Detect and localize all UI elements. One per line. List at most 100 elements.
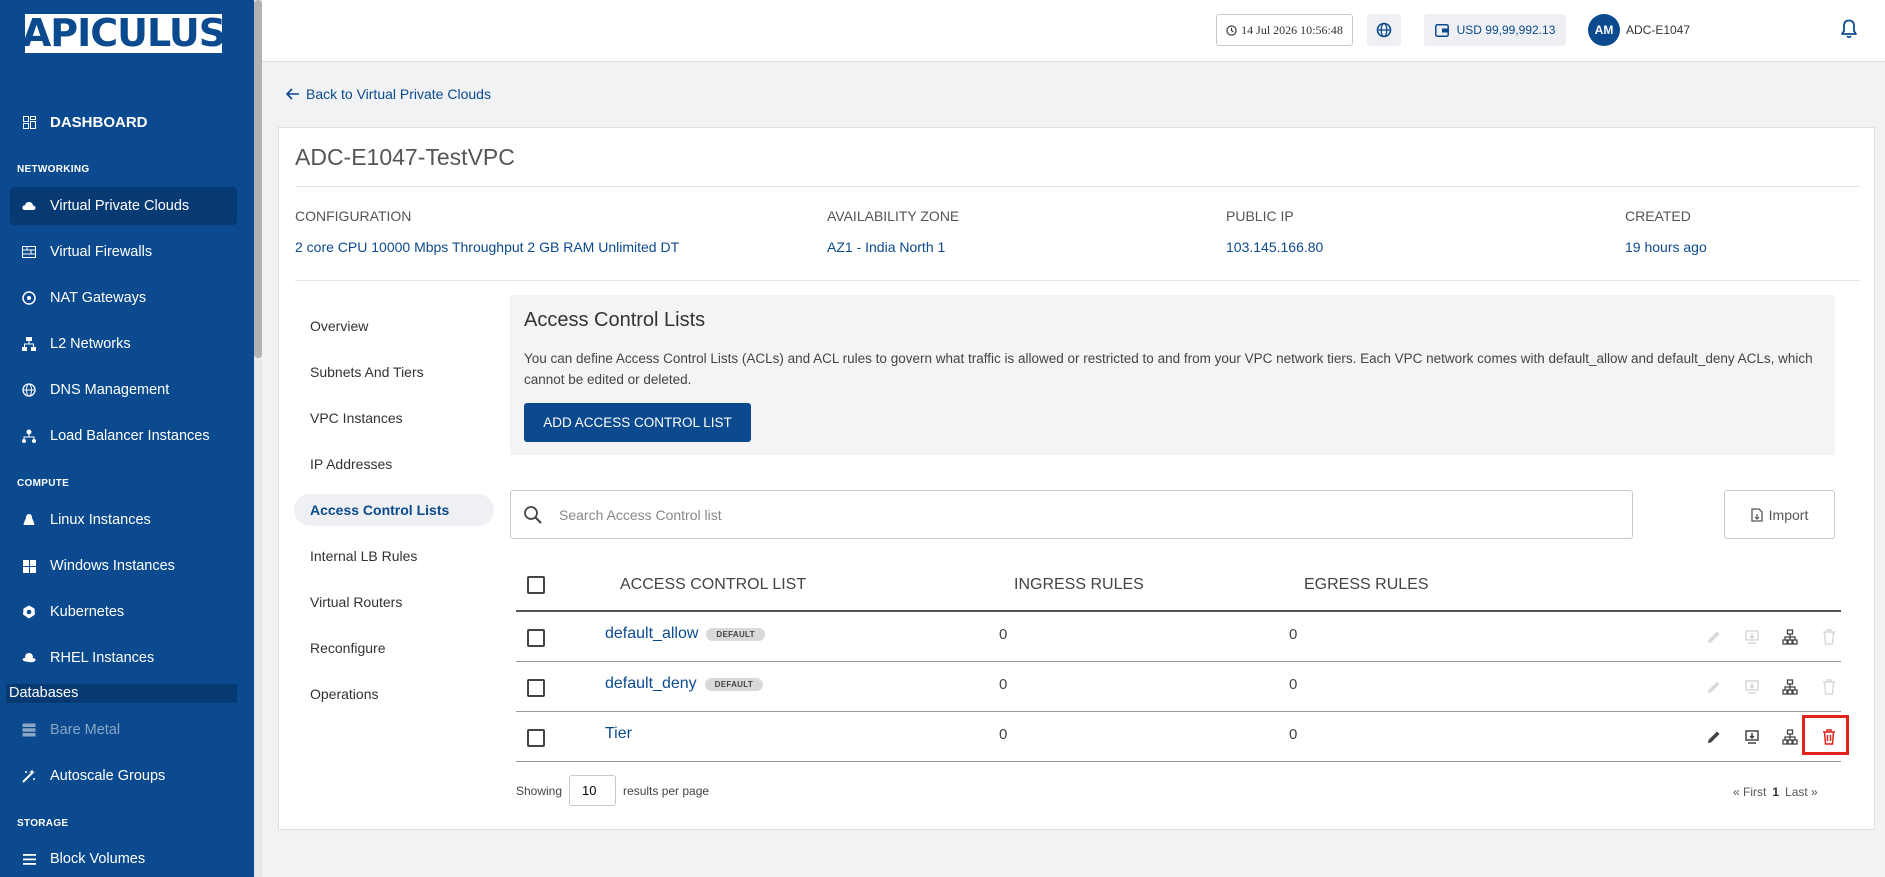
edit-icon [1703,626,1725,648]
row-checkbox[interactable] [527,629,545,647]
acl-name-link[interactable]: default_deny [605,675,697,693]
add-access-control-list-button[interactable]: ADD ACCESS CONTROL LIST [524,403,751,442]
sidebar-item-label: Autoscale Groups [50,768,166,784]
tab-virtual-routers[interactable]: Virtual Routers [294,586,494,618]
acl-name-link[interactable]: Tier [605,725,632,743]
sidebar-item-load-balancer-instances[interactable]: Load Balancer Instances [10,417,237,455]
sidebar-item-rhel-instances[interactable]: RHEL Instances [10,639,237,677]
sidebar-item-label: Virtual Private Clouds [50,198,190,214]
sidebar-item-bare-metal[interactable]: Bare Metal [10,711,237,749]
sidebar-item-dns-management[interactable]: DNS Management [10,371,237,409]
datetime-text: 14 Jul 2026 10:56:48 [1241,22,1343,37]
info-label-public-ip: PUBLIC IP [1226,208,1294,224]
balance-text: USD 99,99,992.13 [1456,23,1556,37]
autoscale-icon [22,769,36,783]
sidebar-item-label: RHEL Instances [50,650,155,666]
globe-icon [22,383,36,397]
last-page-link[interactable]: Last » [1785,785,1818,799]
sidebar-item-label: Windows Instances [50,558,175,574]
info-label-availability-zone: AVAILABILITY ZONE [827,208,960,224]
balance-display[interactable]: USD 99,99,992.13 [1424,14,1566,46]
select-all-checkbox[interactable] [527,576,545,594]
first-page-link[interactable]: « First [1733,785,1766,799]
sidebar-item-virtual-private-clouds[interactable]: Virtual Private Clouds [10,187,237,225]
ingress-rules-count: 0 [999,676,1008,693]
tab-subnets-and-tiers[interactable]: Subnets And Tiers [294,356,494,388]
tab-reconfigure[interactable]: Reconfigure [294,632,494,664]
section-compute: COMPUTE [17,478,70,489]
back-link-text: Back to Virtual Private Clouds [306,86,491,102]
sidebar-item-label: NAT Gateways [50,290,147,306]
acl-name-link[interactable]: default_allow [605,625,698,643]
tab-ip-addresses[interactable]: IP Addresses [294,448,494,480]
sidebar-item-autoscale-groups[interactable]: Autoscale Groups [10,757,237,795]
notifications-button[interactable] [1838,18,1862,42]
sidebar-item-dashboard[interactable]: DASHBOARD [10,103,237,141]
acl-info-panel: Access Control Lists You can define Acce… [510,295,1835,455]
tab-internal-lb-rules[interactable]: Internal LB Rules [294,540,494,572]
table-row: default_deny DEFAULT [605,675,764,693]
search-icon [524,505,542,524]
acl-section-title: Access Control Lists [524,309,706,331]
sitemap-icon[interactable] [1779,676,1801,698]
sidebar: APICULUS DASHBOARD NETWORKING Virtual Pr… [0,0,254,877]
sidebar-item-block-volumes[interactable]: Block Volumes [10,840,237,877]
sidebar-item-label: DNS Management [50,382,170,398]
brand-text: APICULUS [21,11,226,55]
per-page-input[interactable] [569,775,617,806]
volume-icon [22,852,36,866]
egress-rules-count: 0 [1289,676,1298,693]
user-menu[interactable]: AM ADC-E1047 [1588,14,1728,46]
tab-overview[interactable]: Overview [294,310,494,342]
apiculus-logo[interactable]: APICULUS [21,11,226,55]
sidebar-scrollbar[interactable] [254,0,262,877]
sidebar-item-label: Virtual Firewalls [50,244,153,260]
sidebar-item-label: Kubernetes [50,604,125,620]
default-badge: DEFAULT [704,677,764,691]
info-value-public-ip: 103.145.166.80 [1226,239,1324,255]
sidebar-item-virtual-firewalls[interactable]: Virtual Firewalls [10,233,237,271]
ingress-rules-count: 0 [999,626,1008,643]
showing-label: Showing [516,783,563,798]
sidebar-item-label: L2 Networks [50,336,131,352]
results-per-page-control: Showing results per page [516,775,709,806]
clock-icon [1226,24,1237,36]
back-to-vpc-link[interactable]: Back to Virtual Private Clouds [286,86,491,102]
info-value-created: 19 hours ago [1625,239,1707,255]
trash-icon [1818,676,1840,698]
acl-description: You can define Access Control Lists (ACL… [524,351,1813,387]
arrow-left-icon [286,88,299,100]
table-row: default_allow DEFAULT [605,625,765,643]
sidebar-item-databases[interactable]: Databases [6,684,237,703]
column-header-acl: ACCESS CONTROL LIST [620,576,807,593]
tab-operations[interactable]: Operations [294,678,494,710]
language-button[interactable] [1367,14,1401,46]
sidebar-item-kubernetes[interactable]: Kubernetes [10,593,237,631]
sidebar-scrollbar-thumb[interactable] [254,0,262,358]
tab-access-control-lists[interactable]: Access Control Lists [294,494,494,526]
acl-search-input[interactable] [559,506,1559,523]
import-label: Import [1768,506,1809,523]
wallet-icon [1434,23,1449,37]
row-checkbox[interactable] [527,679,545,697]
rhel-icon [22,651,36,665]
sidebar-item-windows-instances[interactable]: Windows Instances [10,547,237,585]
avatar: AM [1588,14,1620,46]
sidebar-item-l2-networks[interactable]: L2 Networks [10,325,237,363]
row-divider [516,661,1841,662]
current-page[interactable]: 1 [1772,785,1779,799]
sidebar-item-linux-instances[interactable]: Linux Instances [10,501,237,539]
export-icon[interactable] [1741,726,1763,748]
tab-vpc-instances[interactable]: VPC Instances [294,402,494,434]
top-bar: 14 Jul 2026 10:56:48 USD 99,99,992.13 AM… [262,0,1885,62]
sidebar-item-nat-gateways[interactable]: NAT Gateways [10,279,237,317]
info-label-configuration: CONFIGURATION [295,208,412,224]
sitemap-icon[interactable] [1779,626,1801,648]
row-checbox[interactable] [527,729,545,747]
trash-icon [1818,626,1840,648]
nat-gateway-icon [22,291,36,305]
export-icon [1741,626,1763,648]
edit-icon[interactable] [1703,726,1725,748]
sitemap-icon[interactable] [1779,726,1801,748]
import-button[interactable]: Import [1724,490,1835,539]
